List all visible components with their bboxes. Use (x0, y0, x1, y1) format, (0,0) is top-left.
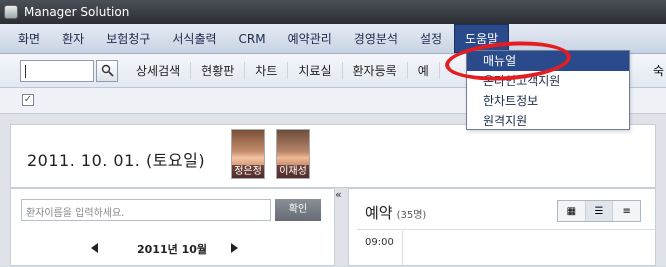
patient-name-input[interactable]: 환자이름을 입력하세요. (21, 199, 271, 221)
reservation-title: 예약 (35명) (365, 202, 426, 223)
reservation-divider (357, 229, 655, 230)
toolbar-chart[interactable]: 차트 (245, 62, 289, 79)
toolbar-patient-registration[interactable]: 환자등록 (343, 62, 408, 79)
help-menu-remote-support[interactable]: 원격지원 (467, 111, 629, 131)
menu-insurance-claim[interactable]: 보험청구 (96, 25, 160, 52)
current-date: 2011. 10. 01. (토요일) (27, 151, 206, 170)
next-month-icon[interactable] (231, 243, 238, 253)
collapse-panel-icon[interactable]: « (335, 188, 342, 201)
help-menu-hanchart-info[interactable]: 한차트정보 (467, 91, 629, 111)
search-button[interactable] (96, 59, 118, 82)
toolbar-end-truncated[interactable]: 숙 (653, 62, 666, 79)
search-input[interactable] (20, 59, 94, 82)
main-content: 2011. 10. 01. (토요일) 정은정 이재성 환자이름을 입력하세요.… (0, 114, 666, 267)
confirm-button[interactable]: 확인 (275, 199, 321, 221)
view-mode-switcher: ▦ ☰ ≡ (557, 200, 641, 222)
month-label: 2011년 10월 (137, 243, 207, 256)
staff-name-2: 이재성 (277, 165, 309, 178)
reservation-panel: 예약 (35명) ▦ ☰ ≡ 09:00 (348, 188, 656, 267)
menu-business-analysis[interactable]: 경영분석 (344, 25, 408, 52)
checkbox[interactable]: ✓ (22, 94, 34, 106)
menu-reservation-management[interactable]: 예약관리 (278, 25, 342, 52)
menu-screen[interactable]: 화면 (8, 25, 50, 52)
app-icon (4, 5, 18, 19)
toolbar-detail-search[interactable]: 상세검색 (126, 62, 192, 79)
month-navigator: 2011년 10월 (91, 241, 251, 259)
previous-month-icon[interactable] (91, 243, 98, 253)
staff-avatar-2[interactable]: 이재성 (276, 129, 310, 179)
toolbar-reservation-truncated[interactable]: 예 (408, 62, 440, 79)
menu-settings[interactable]: 설정 (410, 25, 452, 52)
search-icon (101, 64, 114, 77)
summary-panel: 2011. 10. 01. (토요일) 정은정 이재성 (10, 124, 656, 188)
toolbar-dashboard[interactable]: 현황판 (191, 62, 246, 79)
detail-view-icon[interactable]: ≡ (613, 201, 640, 221)
window-title: Manager Solution (24, 5, 130, 19)
menu-patient[interactable]: 환자 (52, 25, 94, 52)
time-column-divider (402, 231, 403, 267)
staff-avatar-1[interactable]: 정은정 (231, 129, 265, 179)
title-bar: Manager Solution (0, 0, 666, 24)
toolbar-treatment-room[interactable]: 치료실 (288, 62, 343, 79)
patient-panel: 환자이름을 입력하세요. 확인 2011년 10월 (10, 188, 335, 266)
list-view-icon[interactable]: ☰ (585, 201, 614, 221)
staff-name-1: 정은정 (232, 165, 264, 178)
grid-view-icon[interactable]: ▦ (558, 201, 586, 221)
menu-form-print[interactable]: 서식출력 (162, 25, 226, 52)
reservation-label: 예약 (365, 204, 393, 222)
time-slot-0900: 09:00 (365, 237, 394, 248)
reservation-count: (35명) (396, 210, 427, 221)
menu-crm[interactable]: CRM (229, 27, 276, 51)
